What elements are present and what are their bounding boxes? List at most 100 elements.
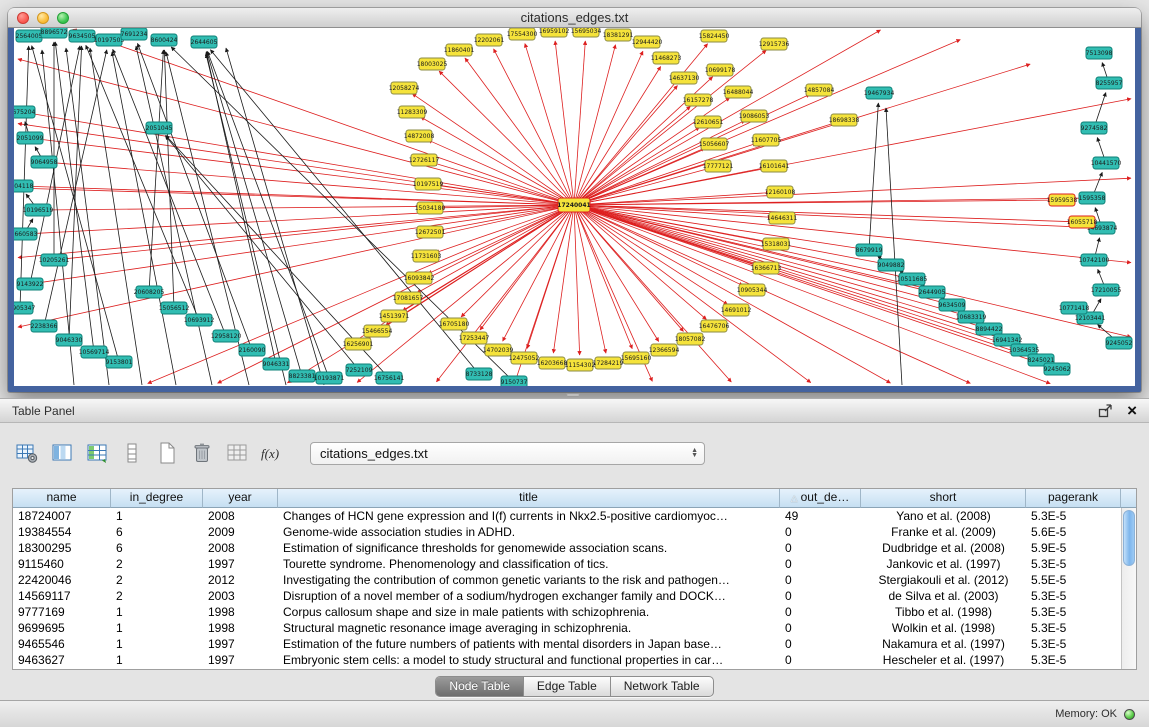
graph-node[interactable]: 16959102 (539, 28, 570, 37)
graph-node[interactable]: 14691012 (721, 304, 752, 316)
graph-node[interactable]: 12160108 (765, 186, 796, 198)
new-table-icon[interactable] (154, 440, 180, 466)
row-height-icon[interactable] (119, 440, 145, 466)
graph-node[interactable]: 9150737 (501, 376, 528, 386)
tab-network-table[interactable]: Network Table (611, 677, 713, 696)
close-panel-icon[interactable]: × (1127, 403, 1137, 419)
table-settings-icon[interactable] (14, 440, 40, 466)
graph-node[interactable]: 12475052 (509, 352, 540, 364)
delete-table-icon[interactable] (224, 440, 250, 466)
graph-node[interactable]: 1675204 (14, 106, 36, 118)
table-row[interactable]: 1830029562008Estimation of significance … (13, 540, 1121, 556)
column-header-short[interactable]: short (861, 489, 1026, 508)
graph-node[interactable]: 2238366 (31, 320, 58, 332)
table-row[interactable]: 1938455462009Genome-wide association stu… (13, 524, 1121, 540)
table-row[interactable]: 911546021997Tourette syndrome. Phenomeno… (13, 556, 1121, 572)
graph-node[interactable]: 12944420 (632, 36, 663, 48)
graph-node[interactable]: 9634509 (939, 299, 966, 311)
graph-node[interactable]: 16756141 (374, 372, 405, 384)
graph-node[interactable]: 2644905 (919, 286, 946, 298)
graph-node[interactable]: 10699178 (705, 64, 736, 76)
graph-node[interactable]: 18698338 (829, 114, 860, 126)
graph-node[interactable]: 9153801 (106, 356, 133, 368)
graph-node[interactable]: 7691234 (121, 28, 148, 40)
graph-node[interactable]: 10683319 (956, 311, 987, 323)
graph-node[interactable]: 11607705 (751, 134, 782, 146)
graph-node[interactable]: 16093842 (404, 272, 435, 284)
graph-node[interactable]: 15695160 (621, 352, 652, 364)
graph-node[interactable]: 11731603 (411, 250, 442, 262)
graph-node[interactable]: 17777121 (703, 160, 734, 172)
graph-node[interactable]: 16476706 (699, 320, 730, 332)
graph-node[interactable]: 14702039 (483, 344, 514, 356)
graph-node[interactable]: 19086053 (739, 110, 770, 122)
graph-node[interactable]: 8896572 (41, 28, 68, 38)
table-select-dropdown[interactable]: citations_edges.txt ▲▼ (310, 442, 705, 465)
graph-node[interactable]: 11283309 (397, 106, 428, 118)
graph-node[interactable]: 12058274 (389, 82, 420, 94)
graph-node[interactable]: 10905344 (737, 284, 768, 296)
graph-node[interactable]: 12202061 (474, 34, 505, 46)
tab-edge-table[interactable]: Edge Table (524, 677, 611, 696)
table-row[interactable]: 969969511998Structural magnetic resonanc… (13, 620, 1121, 636)
column-header-year[interactable]: year (203, 489, 278, 508)
graph-node[interactable]: 9274582 (1081, 122, 1108, 134)
graph-node[interactable]: 2051045 (146, 122, 173, 134)
graph-node[interactable]: 12366594 (649, 344, 680, 356)
graph-node[interactable]: 8894422 (976, 323, 1003, 335)
graph-node[interactable]: 20608205 (134, 286, 165, 298)
graph-node[interactable]: 9046331 (263, 358, 290, 370)
graph-node[interactable]: 16705180 (439, 318, 470, 330)
graph-node[interactable]: 11860401 (444, 44, 475, 56)
graph-node[interactable]: 2660583 (14, 228, 38, 240)
column-header-title[interactable]: title (278, 489, 780, 508)
float-panel-icon[interactable] (1097, 403, 1113, 419)
graph-node[interactable]: 10511685 (897, 273, 928, 285)
table-row[interactable]: 1456911722003Disruption of a novel membe… (13, 588, 1121, 604)
graph-node[interactable]: 2564005 (16, 30, 43, 42)
graph-node[interactable]: 10569714 (79, 346, 110, 358)
graph-node[interactable]: 12958120 (211, 330, 242, 342)
graph-node[interactable]: 10205261 (39, 254, 70, 266)
tab-node-table[interactable]: Node Table (436, 677, 524, 696)
graph-node[interactable]: 16055718 (1067, 216, 1098, 228)
column-header-in_degree[interactable]: in_degree (111, 489, 203, 508)
graph-node[interactable]: 17081657 (393, 292, 424, 304)
graph-node[interactable]: 16488044 (723, 86, 754, 98)
graph-node[interactable]: 17210055 (1091, 284, 1122, 296)
graph-node[interactable]: 10197519 (413, 178, 444, 190)
graph-node[interactable]: 15466554 (362, 325, 393, 337)
graph-node[interactable]: 16366713 (751, 262, 782, 274)
table-row[interactable]: 977716911998Corpus callosum shape and si… (13, 604, 1121, 620)
graph-node[interactable]: 16256901 (343, 338, 374, 350)
graph-node[interactable]: 11154302 (565, 359, 596, 371)
graph-node[interactable]: 14857084 (804, 84, 835, 96)
graph-node[interactable]: 17240041 (557, 198, 590, 212)
graph-node[interactable]: 18003025 (417, 58, 448, 70)
graph-node[interactable]: 9143922 (17, 278, 44, 290)
graph-node[interactable]: 10905347 (14, 302, 35, 314)
graph-node[interactable]: 7252109 (346, 364, 373, 376)
graph-node[interactable]: 9245052 (1106, 337, 1133, 349)
table-row[interactable]: 946554611997Estimation of the future num… (13, 636, 1121, 652)
graph-node[interactable]: 15695034 (571, 28, 602, 37)
graph-node[interactable]: 15056512 (159, 302, 190, 314)
select-columns-icon[interactable] (49, 440, 75, 466)
graph-node[interactable]: 12726117 (409, 154, 440, 166)
graph-node[interactable]: 14646311 (767, 212, 798, 224)
graph-node[interactable]: 15034180 (415, 202, 446, 214)
column-header-out_de[interactable]: △out_de… (780, 489, 861, 508)
graph-node[interactable]: 17554300 (507, 28, 538, 40)
graph-node[interactable]: 15318031 (761, 238, 792, 250)
graph-node[interactable]: 18057082 (675, 333, 706, 345)
table-row[interactable]: 946362711997Embryonic stem cells: a mode… (13, 652, 1121, 668)
graph-node[interactable]: 8804118 (14, 180, 34, 192)
graph-node[interactable]: 19467934 (864, 87, 895, 99)
graph-node[interactable]: 10193871 (314, 372, 345, 384)
graph-node[interactable]: 9046330 (56, 334, 83, 346)
graph-node[interactable]: 2644605 (191, 36, 218, 48)
graph-node[interactable]: 11468273 (651, 52, 682, 64)
scrollbar-thumb[interactable] (1123, 510, 1135, 566)
graph-node[interactable]: 14872008 (404, 130, 435, 142)
graph-node[interactable]: 18381291 (603, 29, 634, 41)
